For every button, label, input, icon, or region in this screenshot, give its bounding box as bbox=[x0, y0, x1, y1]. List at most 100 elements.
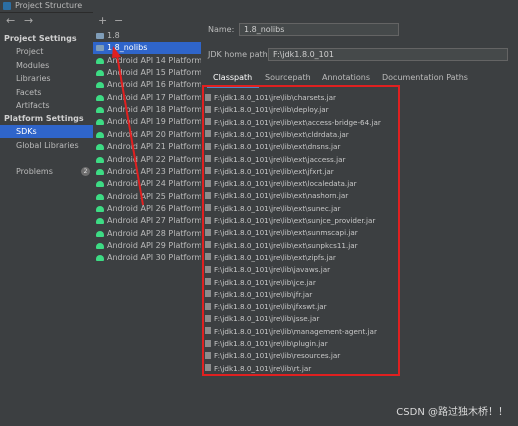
classpath-row[interactable]: F:\jdk1.8.0_101\jre\lib\charsets.jar bbox=[205, 92, 336, 104]
classpath-row[interactable]: F:\jdk1.8.0_101\jre\lib\jsse.jar bbox=[205, 313, 319, 325]
classpath-list[interactable]: F:\jdk1.8.0_101\jre\lib\charsets.jar F:\j… bbox=[201, 88, 518, 426]
classpath-row[interactable]: F:\jdk1.8.0_101\jre\lib\plugin.jar bbox=[205, 338, 328, 350]
sdk-item-label: Android API 30 Platform bbox=[107, 253, 203, 263]
classpath-row[interactable]: F:\jdk1.8.0_101\jre\lib\ext\nashorn.jar bbox=[205, 190, 348, 202]
jar-file-icon bbox=[205, 327, 211, 335]
sidebar-item-global-libraries[interactable]: Global Libraries bbox=[0, 139, 93, 152]
add-sdk-button[interactable]: + bbox=[98, 14, 107, 27]
classpath-row[interactable]: F:\jdk1.8.0_101\jre\lib\ext\access-bridg… bbox=[205, 117, 381, 129]
sidebar-item-problems[interactable]: Problems 2 bbox=[0, 165, 93, 178]
classpath-row[interactable]: F:\jdk1.8.0_101\jre\lib\ext\jfxrt.jar bbox=[205, 166, 334, 178]
sdk-item[interactable]: Android API 29 Platform bbox=[93, 240, 203, 252]
classpath-row[interactable]: F:\jdk1.8.0_101\jre\lib\deploy.jar bbox=[205, 104, 329, 116]
jar-file-icon bbox=[205, 351, 211, 359]
tab-documentation-paths[interactable]: Documentation Paths bbox=[382, 73, 468, 82]
classpath-row[interactable]: F:\jdk1.8.0_101\jre\lib\rt.jar bbox=[205, 363, 311, 375]
classpath-row[interactable]: F:\jdk1.8.0_101\jre\lib\ext\zipfs.jar bbox=[205, 252, 336, 264]
classpath-path: F:\jdk1.8.0_101\jre\lib\deploy.jar bbox=[214, 105, 329, 115]
sdk-item[interactable]: Android API 16 Platform bbox=[93, 79, 202, 91]
classpath-row[interactable]: F:\jdk1.8.0_101\jre\lib\javaws.jar bbox=[205, 264, 330, 276]
sdk-item-label: Android API 22 Platform bbox=[107, 154, 203, 164]
problems-count-badge: 2 bbox=[81, 167, 90, 176]
classpath-row[interactable]: F:\jdk1.8.0_101\jre\lib\ext\sunec.jar bbox=[205, 203, 340, 215]
jar-file-icon bbox=[205, 204, 211, 212]
classpath-row[interactable]: F:\jdk1.8.0_101\jre\lib\ext\jaccess.jar bbox=[205, 154, 345, 166]
jar-file-icon bbox=[205, 130, 211, 138]
classpath-path: F:\jdk1.8.0_101\jre\lib\ext\zipfs.jar bbox=[214, 252, 336, 262]
sdk-item-label: Android API 20 Platform bbox=[107, 129, 203, 139]
sdk-item[interactable]: Android API 26 Platform bbox=[93, 203, 202, 215]
sdk-item[interactable]: Android API 22 Platform bbox=[93, 154, 203, 166]
sdk-item[interactable]: Android API 30 Platform bbox=[93, 252, 203, 264]
classpath-path: F:\jdk1.8.0_101\jre\lib\ext\sunpkcs11.ja… bbox=[214, 240, 358, 250]
sdk-item[interactable]: Android API 28 Platform bbox=[93, 228, 202, 240]
jar-file-icon bbox=[205, 302, 211, 310]
jdk-home-field[interactable]: F:\jdk1.8.0_101 bbox=[268, 48, 508, 61]
jar-file-icon bbox=[205, 278, 211, 285]
sdk-item[interactable]: 1.8_nolibs bbox=[93, 42, 201, 55]
window-title: Project Structure bbox=[15, 1, 83, 10]
classpath-row[interactable]: F:\jdk1.8.0_101\jre\lib\resources.jar bbox=[205, 350, 340, 362]
sidebar-item-artifacts[interactable]: Artifacts bbox=[0, 99, 93, 112]
sdk-item[interactable]: 1.8 bbox=[93, 30, 201, 42]
platform-settings-heading: Platform Settings bbox=[4, 114, 84, 123]
classpath-row[interactable]: F:\jdk1.8.0_101\jre\lib\jfxswt.jar bbox=[205, 301, 327, 313]
sdk-item[interactable]: Android API 20 Platform bbox=[93, 129, 203, 141]
android-icon bbox=[96, 119, 104, 126]
android-icon bbox=[96, 230, 104, 237]
sdk-item-label: Android API 24 Platform bbox=[107, 179, 203, 189]
sidebar-item-sdks[interactable]: SDKs bbox=[0, 125, 93, 138]
jar-file-icon bbox=[205, 93, 211, 101]
jar-file-icon bbox=[205, 179, 211, 187]
classpath-path: F:\jdk1.8.0_101\jre\lib\ext\dnsns.jar bbox=[214, 142, 341, 152]
forward-arrow-icon[interactable]: → bbox=[24, 14, 33, 27]
sdk-item-label: Android API 14 Platform bbox=[107, 55, 203, 65]
jar-file-icon bbox=[205, 339, 211, 347]
android-icon bbox=[96, 156, 104, 163]
name-field[interactable]: 1.8_nolibs bbox=[239, 23, 399, 36]
sdk-item[interactable]: Android API 19 Platform bbox=[93, 116, 202, 128]
sdk-item[interactable]: Android API 24 Platform bbox=[93, 178, 203, 190]
classpath-row[interactable]: F:\jdk1.8.0_101\jre\lib\ext\localedata.j… bbox=[205, 178, 357, 190]
nav-bar: ← → bbox=[0, 14, 92, 30]
jar-file-icon bbox=[205, 253, 211, 261]
classpath-row[interactable]: F:\jdk1.8.0_101\jre\lib\ext\sunmscapi.ja… bbox=[205, 227, 358, 239]
sdk-item[interactable]: Android API 25 Platform bbox=[93, 191, 202, 203]
sdk-item-label: Android API 29 Platform bbox=[107, 240, 203, 250]
sdk-item[interactable]: Android API 17 Platform bbox=[93, 92, 202, 104]
tab-sourcepath[interactable]: Sourcepath bbox=[265, 73, 311, 82]
sdk-item[interactable]: Android API 23 Platform bbox=[93, 166, 202, 178]
classpath-row[interactable]: F:\jdk1.8.0_101\jre\lib\management-agent… bbox=[205, 326, 377, 338]
tab-classpath[interactable]: Classpath bbox=[213, 73, 252, 82]
classpath-row[interactable]: F:\jdk1.8.0_101\jre\lib\jce.jar bbox=[205, 277, 316, 289]
tab-annotations[interactable]: Annotations bbox=[322, 73, 370, 82]
sidebar-item-facets[interactable]: Facets bbox=[0, 86, 93, 99]
android-icon bbox=[96, 94, 104, 101]
android-icon bbox=[96, 107, 104, 114]
jar-file-icon bbox=[205, 290, 211, 298]
classpath-row[interactable]: F:\jdk1.8.0_101\jre\lib\ext\dnsns.jar bbox=[205, 141, 340, 153]
classpath-row[interactable]: F:\jdk1.8.0_101\jre\lib\jfr.jar bbox=[205, 289, 312, 301]
sdk-item[interactable]: Android API 27 Platform bbox=[93, 215, 202, 227]
jar-file-icon bbox=[205, 142, 211, 150]
sdk-item[interactable]: Android API 14 Platform bbox=[93, 55, 203, 67]
sidebar-item-project[interactable]: Project bbox=[0, 45, 93, 58]
sdk-item[interactable]: Android API 15 Platform bbox=[93, 67, 203, 79]
sdk-item-label: Android API 15 Platform bbox=[107, 68, 203, 78]
back-arrow-icon[interactable]: ← bbox=[6, 14, 15, 27]
classpath-path: F:\jdk1.8.0_101\jre\lib\ext\nashorn.jar bbox=[214, 191, 349, 201]
sidebar-item-modules[interactable]: Modules bbox=[0, 59, 93, 72]
sdk-item[interactable]: Android API 21 Platform bbox=[93, 141, 202, 153]
jar-file-icon bbox=[205, 216, 211, 224]
sidebar-item-libraries[interactable]: Libraries bbox=[0, 72, 93, 85]
classpath-row[interactable]: F:\jdk1.8.0_101\jre\lib\ext\cldrdata.jar bbox=[205, 129, 349, 141]
classpath-row[interactable]: F:\jdk1.8.0_101\jre\lib\ext\sunjce_provi… bbox=[205, 215, 375, 227]
android-icon bbox=[96, 144, 104, 151]
jar-file-icon bbox=[205, 364, 211, 372]
classpath-path: F:\jdk1.8.0_101\jre\lib\javaws.jar bbox=[214, 265, 331, 275]
sdk-item[interactable]: Android API 18 Platform bbox=[93, 104, 202, 116]
jar-file-icon bbox=[205, 105, 211, 113]
jar-file-icon bbox=[205, 241, 211, 249]
classpath-row[interactable]: F:\jdk1.8.0_101\jre\lib\ext\sunpkcs11.ja… bbox=[205, 240, 358, 252]
remove-sdk-button[interactable]: − bbox=[114, 14, 123, 27]
